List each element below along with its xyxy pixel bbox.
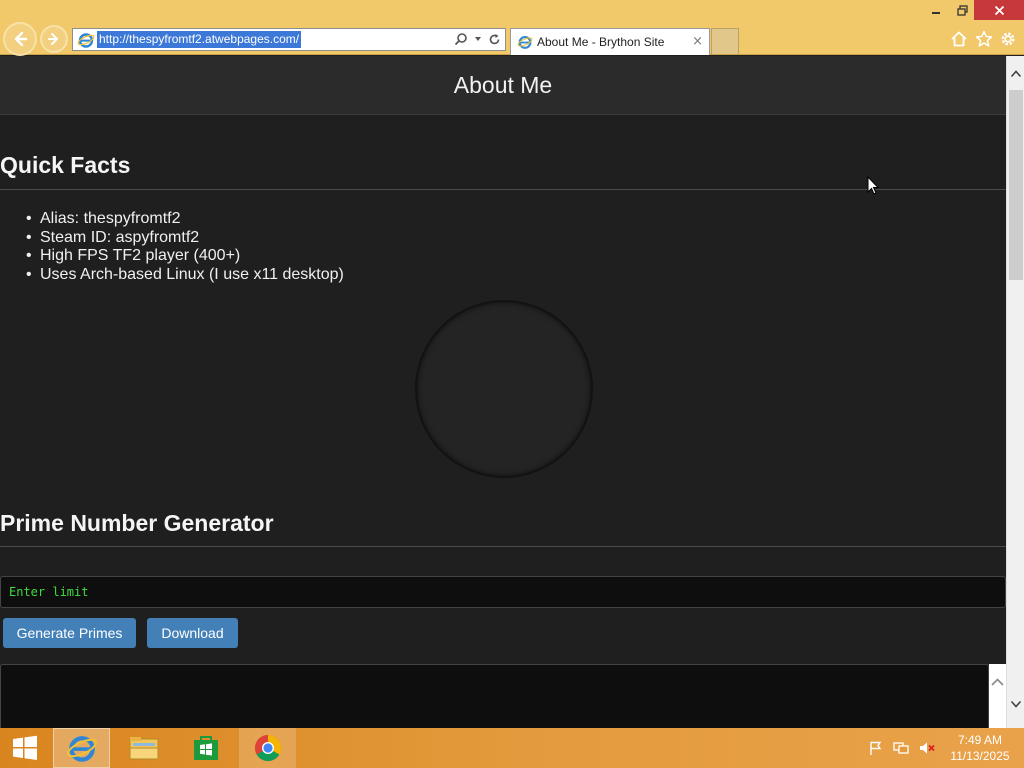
chevron-up-icon[interactable] [1010, 68, 1022, 80]
refresh-icon[interactable] [488, 33, 501, 46]
mouse-cursor-icon [867, 176, 879, 195]
taskbar-file-explorer[interactable] [115, 728, 172, 768]
scroll-thumb[interactable] [1009, 90, 1023, 280]
dropdown-icon[interactable] [474, 35, 482, 43]
list-item: Steam ID: aspyfromtf2 [26, 229, 344, 248]
prime-generator-heading: Prime Number Generator [0, 510, 274, 536]
taskbar-internet-explorer[interactable] [53, 728, 110, 768]
generate-primes-button[interactable]: Generate Primes [3, 618, 136, 648]
taskbar-store[interactable] [177, 728, 234, 768]
minimize-icon [932, 12, 940, 14]
primes-output-box[interactable] [0, 664, 989, 728]
store-icon [193, 736, 218, 760]
address-bar[interactable]: http://thespyfromtf2.atwebpages.com/ [72, 28, 506, 51]
volume-muted-icon[interactable] [918, 740, 936, 756]
page-viewport: About Me Quick Facts Alias: thespyfromtf… [0, 56, 1006, 728]
avatar [415, 300, 593, 478]
home-icon[interactable] [950, 30, 968, 48]
url-text[interactable]: http://thespyfromtf2.atwebpages.com/ [97, 31, 302, 48]
quick-facts-list: Alias: thespyfromtf2 Steam ID: aspyfromt… [26, 210, 344, 284]
quick-facts-heading: Quick Facts [0, 152, 131, 178]
limit-input[interactable] [0, 576, 1006, 608]
minimize-button[interactable] [922, 0, 950, 20]
ie-logo-icon [77, 32, 95, 48]
list-item: High FPS TF2 player (400+) [26, 247, 344, 266]
gear-icon[interactable] [999, 30, 1017, 48]
system-tray [868, 728, 936, 768]
search-icon[interactable] [454, 32, 468, 46]
new-tab-button[interactable] [711, 28, 739, 54]
clock-date: 11/13/2025 [950, 749, 1010, 763]
section-divider [0, 546, 1006, 547]
page-title: About Me [453, 71, 553, 98]
tab-about-me[interactable]: About Me - Brython Site × [510, 28, 710, 55]
output-scrollbar[interactable] [989, 664, 1006, 728]
flag-icon[interactable] [868, 740, 884, 756]
taskbar-clock[interactable]: 7:49 AM 11/13/2025 [940, 732, 1020, 764]
tab-close-icon[interactable]: × [692, 34, 703, 49]
section-divider [0, 189, 1006, 190]
chrome-logo-icon [254, 734, 281, 762]
start-button[interactable] [0, 728, 50, 768]
list-item: Uses Arch-based Linux (I use x11 desktop… [26, 266, 344, 285]
browser-chrome: http://thespyfromtf2.atwebpages.com/ Abo… [0, 0, 1024, 56]
taskbar-chrome[interactable] [239, 728, 296, 768]
page-scrollbar[interactable] [1006, 56, 1024, 728]
ie-logo-icon [66, 736, 97, 762]
restore-icon [956, 4, 968, 16]
taskbar: 7:49 AM 11/13/2025 [0, 728, 1024, 768]
close-window-button[interactable] [974, 0, 1024, 20]
chevron-up-icon[interactable] [989, 674, 1006, 692]
chevron-down-icon[interactable] [1010, 698, 1022, 710]
forward-button[interactable] [40, 25, 68, 53]
windows-logo-icon [13, 735, 37, 760]
close-icon [994, 5, 1004, 15]
ie-page-icon [517, 36, 533, 49]
download-button[interactable]: Download [147, 618, 238, 648]
clock-time: 7:49 AM [957, 733, 1003, 747]
arrow-left-icon [14, 31, 28, 47]
network-icon[interactable] [892, 740, 910, 756]
list-item: Alias: thespyfromtf2 [26, 210, 344, 229]
back-button[interactable] [3, 22, 37, 56]
arrow-right-icon [48, 33, 58, 45]
favorites-star-icon[interactable] [975, 30, 993, 48]
tab-title: About Me - Brython Site [537, 35, 665, 49]
page-header: About Me [0, 56, 1006, 115]
folder-icon [129, 737, 158, 760]
restore-button[interactable] [948, 0, 976, 20]
